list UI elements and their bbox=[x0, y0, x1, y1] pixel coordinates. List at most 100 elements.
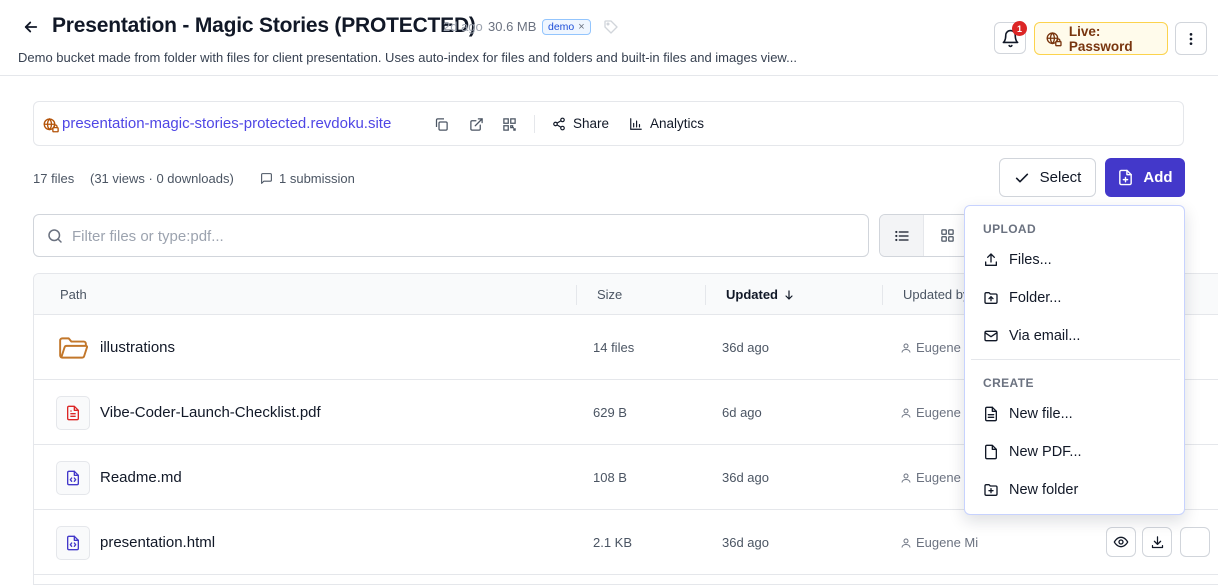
eye-icon bbox=[1113, 536, 1129, 548]
tag-badge-demo[interactable]: demo × bbox=[542, 19, 591, 35]
folder-icon bbox=[56, 331, 90, 365]
file-plus-icon bbox=[1119, 169, 1133, 186]
file-icon bbox=[985, 444, 997, 460]
row-name[interactable]: Readme.md bbox=[100, 469, 182, 486]
site-url-link[interactable]: presentation-magic-stories-protected.rev… bbox=[62, 115, 391, 132]
views-downloads: (31 views · 0 downloads) bbox=[90, 171, 234, 186]
create-heading: CREATE bbox=[983, 376, 1034, 390]
remove-tag-icon[interactable]: × bbox=[578, 21, 584, 33]
share-icon bbox=[553, 117, 565, 130]
column-updated-by[interactable]: Updated by bbox=[903, 287, 970, 302]
user-icon bbox=[901, 538, 911, 548]
row-updated-by: Eugene bbox=[900, 470, 961, 485]
file-text-icon bbox=[985, 406, 997, 422]
download-icon bbox=[1151, 535, 1163, 548]
row-size: 629 B bbox=[593, 405, 627, 420]
external-link-icon[interactable] bbox=[467, 115, 485, 133]
tag-badge-label: demo bbox=[548, 21, 575, 33]
menu-item-label: New file... bbox=[1009, 406, 1073, 422]
add-button[interactable]: Add bbox=[1105, 158, 1185, 197]
live-password-button[interactable]: Live: Password bbox=[1034, 22, 1168, 55]
add-dropdown-menu: UPLOAD Files... Folder... Via email... C… bbox=[964, 205, 1185, 515]
column-path[interactable]: Path bbox=[60, 287, 87, 302]
row-size: 2.1 KB bbox=[593, 535, 633, 550]
list-view-button[interactable] bbox=[880, 215, 924, 256]
user-icon bbox=[901, 408, 911, 418]
view-toggle bbox=[879, 214, 969, 257]
row-size: 108 B bbox=[593, 470, 627, 485]
row-name[interactable]: Vibe-Coder-Launch-Checklist.pdf bbox=[100, 404, 321, 421]
row-user-name: Eugene Mi bbox=[916, 535, 979, 550]
submissions-link[interactable]: 1 submission bbox=[260, 171, 355, 186]
back-button[interactable] bbox=[18, 14, 44, 40]
user-icon bbox=[901, 343, 911, 353]
menu-item-via-email[interactable]: Via email... bbox=[971, 320, 1180, 352]
download-button[interactable] bbox=[1142, 527, 1172, 557]
copy-icon[interactable] bbox=[432, 115, 450, 133]
bar-chart-icon bbox=[630, 117, 642, 130]
globe-lock-icon bbox=[1046, 31, 1062, 46]
folder-plus-icon bbox=[984, 484, 998, 496]
share-button[interactable]: Share bbox=[552, 116, 609, 131]
top-bar: Presentation - Magic Stories (PROTECTED)… bbox=[0, 0, 1218, 76]
row-updated-by: Eugene bbox=[900, 405, 961, 420]
menu-item-label: Files... bbox=[1009, 252, 1052, 268]
row-name[interactable]: presentation.html bbox=[100, 534, 215, 551]
qr-code-icon[interactable] bbox=[500, 115, 518, 133]
bucket-age: 2d ago bbox=[443, 19, 483, 34]
code-file-icon bbox=[56, 461, 90, 495]
row-name[interactable]: illustrations bbox=[100, 339, 175, 356]
menu-item-new-pdf[interactable]: New PDF... bbox=[971, 436, 1180, 468]
upload-icon bbox=[985, 253, 997, 266]
menu-divider bbox=[971, 359, 1180, 360]
column-updated-label: Updated bbox=[726, 287, 778, 302]
column-updated[interactable]: Updated bbox=[726, 287, 795, 302]
file-filter bbox=[33, 214, 869, 257]
more-row-actions-button[interactable] bbox=[1180, 527, 1210, 557]
pdf-file-icon bbox=[56, 396, 90, 430]
grid-view-button[interactable] bbox=[925, 215, 968, 256]
upload-heading: UPLOAD bbox=[983, 222, 1037, 236]
column-divider bbox=[576, 285, 577, 305]
sort-desc-icon bbox=[785, 289, 793, 300]
more-options-button[interactable] bbox=[1175, 22, 1207, 55]
arrow-left-icon bbox=[24, 21, 38, 33]
search-input[interactable] bbox=[72, 223, 852, 249]
more-vertical-icon bbox=[1189, 32, 1193, 45]
check-icon bbox=[1015, 173, 1028, 182]
message-icon bbox=[261, 173, 272, 184]
table-row[interactable]: presentation.html 2.1 KB 36d ago Eugene … bbox=[34, 510, 1218, 575]
folder-upload-icon bbox=[984, 292, 998, 304]
search-icon bbox=[48, 229, 62, 243]
add-label: Add bbox=[1143, 169, 1173, 186]
analytics-button[interactable]: Analytics bbox=[629, 116, 704, 131]
row-updated: 36d ago bbox=[722, 340, 769, 355]
row-updated: 36d ago bbox=[722, 535, 769, 550]
row-user-name: Eugene bbox=[916, 470, 961, 485]
url-bar-divider bbox=[534, 115, 535, 133]
menu-item-new-folder[interactable]: New folder bbox=[971, 474, 1180, 506]
row-user-name: Eugene bbox=[916, 405, 961, 420]
preview-button[interactable] bbox=[1106, 527, 1136, 557]
row-size: 14 files bbox=[593, 340, 635, 355]
column-size[interactable]: Size bbox=[597, 287, 622, 302]
menu-item-new-file[interactable]: New file... bbox=[971, 398, 1180, 430]
add-tag-icon[interactable] bbox=[603, 19, 619, 35]
menu-item-label: Via email... bbox=[1009, 328, 1081, 344]
file-count: 17 files bbox=[33, 171, 75, 186]
mail-icon bbox=[984, 330, 998, 342]
select-label: Select bbox=[1039, 169, 1082, 186]
select-button[interactable]: Select bbox=[999, 158, 1096, 197]
page-title: Presentation - Magic Stories (PROTECTED) bbox=[52, 14, 476, 37]
bucket-description: Demo bucket made from folder with files … bbox=[18, 50, 797, 65]
column-divider bbox=[882, 285, 883, 305]
row-updated: 6d ago bbox=[722, 405, 762, 420]
notification-count-badge: 1 bbox=[1012, 21, 1027, 36]
site-logo-icon bbox=[42, 116, 60, 134]
live-password-label: Live: Password bbox=[1068, 23, 1133, 54]
menu-item-upload-folder[interactable]: Folder... bbox=[971, 282, 1180, 314]
analytics-label: Analytics bbox=[650, 116, 705, 131]
menu-item-label: Folder... bbox=[1009, 290, 1062, 306]
menu-item-upload-files[interactable]: Files... bbox=[971, 244, 1180, 276]
code-file-icon bbox=[56, 526, 90, 560]
